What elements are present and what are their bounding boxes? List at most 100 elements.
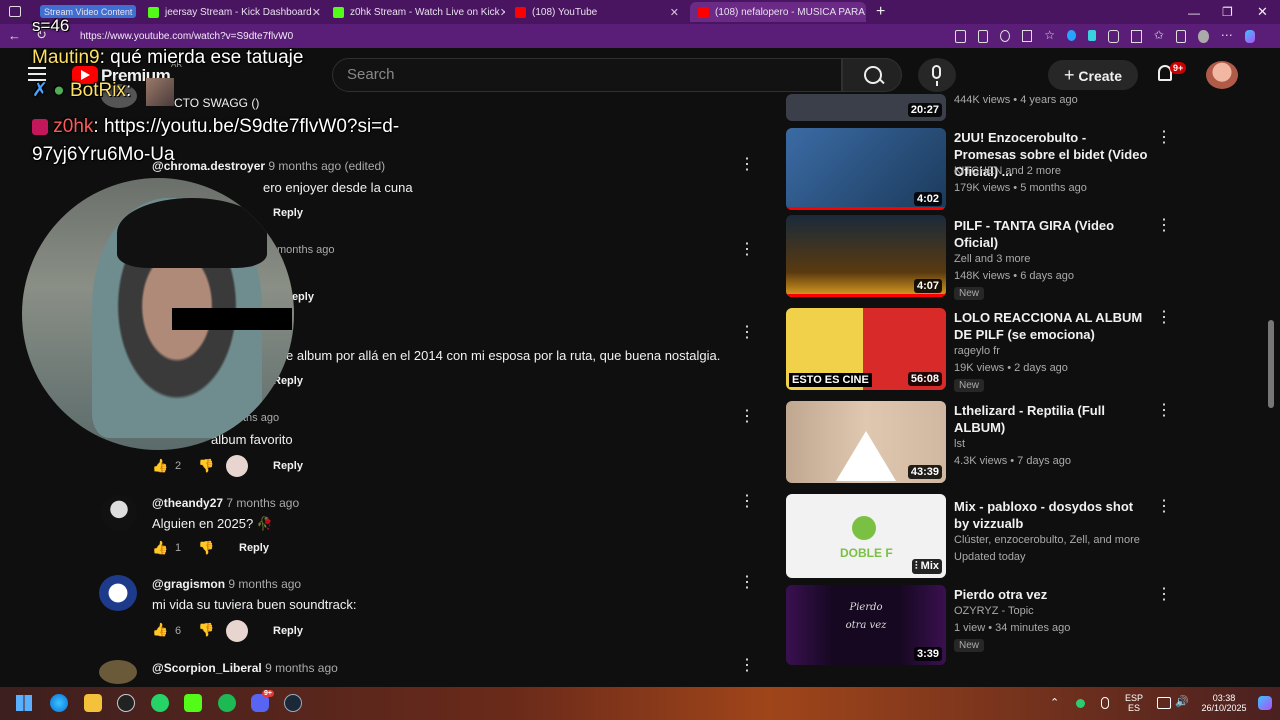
create-button[interactable]: + Create: [1048, 60, 1138, 90]
dislike-icon[interactable]: 👎: [198, 622, 214, 638]
page-scrollbar[interactable]: [1268, 320, 1274, 408]
video-thumbnail[interactable]: 20:27: [786, 94, 946, 121]
search-input[interactable]: Search: [332, 58, 842, 92]
copilot-icon[interactable]: [1244, 30, 1255, 43]
obs-icon[interactable]: [117, 694, 135, 712]
reply-button[interactable]: Reply: [273, 625, 303, 637]
tab-kick-stream[interactable]: z0hk Stream - Watch Live on Kick ✕: [325, 2, 505, 22]
microphone-icon[interactable]: [1101, 697, 1109, 709]
file-explorer-icon[interactable]: [84, 694, 102, 712]
dislike-icon[interactable]: 👎: [198, 540, 214, 556]
close-icon[interactable]: ✕: [865, 6, 866, 19]
minimize-icon[interactable]: —: [1188, 6, 1200, 20]
comment-handle[interactable]: @gragismon 9 months ago: [152, 577, 301, 591]
comment-handle[interactable]: @Scorpion_Liberal 9 months ago: [152, 661, 338, 675]
like-icon[interactable]: 👍: [152, 622, 168, 638]
extension-icon[interactable]: [1087, 30, 1097, 41]
voice-search-button[interactable]: [918, 58, 956, 92]
close-icon[interactable]: ✕: [312, 6, 321, 19]
maximize-icon[interactable]: ❐: [1222, 5, 1233, 19]
close-icon[interactable]: ✕: [670, 6, 679, 19]
video-more-icon[interactable]: ⋮: [1156, 497, 1172, 517]
tab-youtube[interactable]: (108) YouTube ✕: [507, 2, 687, 22]
video-thumbnail[interactable]: Pierdo otra vez 3:39: [786, 585, 946, 665]
whatsapp-icon[interactable]: [151, 694, 169, 712]
close-icon[interactable]: ✕: [500, 6, 505, 19]
edge-icon[interactable]: [50, 694, 68, 712]
search-button[interactable]: [842, 58, 902, 92]
comment-avatar[interactable]: [99, 575, 137, 611]
video-channel[interactable]: OZYRYZ - Topic: [954, 603, 1034, 620]
browser-menu-icon[interactable]: [9, 6, 21, 17]
steam-icon[interactable]: [284, 694, 302, 712]
video-channel[interactable]: KITCHEN and 2 more: [954, 163, 1061, 180]
video-title[interactable]: Pierdo otra vez: [954, 586, 1149, 603]
dislike-icon[interactable]: 👎: [198, 458, 214, 474]
reply-button[interactable]: Reply: [273, 207, 303, 219]
extension-icon[interactable]: [1066, 30, 1076, 41]
tab-youtube-active[interactable]: (108) nefalopero - MUSICA PARA ✕: [690, 2, 866, 22]
comment-more-icon[interactable]: ⋮: [739, 573, 755, 593]
app-icon[interactable]: [955, 30, 966, 43]
comment-more-icon[interactable]: ⋮: [739, 240, 755, 260]
tray-status-icon[interactable]: [1076, 699, 1085, 708]
video-more-icon[interactable]: ⋮: [1156, 585, 1172, 605]
comment-avatar[interactable]: [101, 495, 137, 531]
video-more-icon[interactable]: ⋮: [1156, 216, 1172, 236]
video-more-icon[interactable]: ⋮: [1156, 401, 1172, 421]
reply-button[interactable]: Reply: [239, 542, 269, 554]
comment-more-icon[interactable]: ⋮: [739, 492, 755, 512]
profile-icon[interactable]: [1198, 30, 1209, 43]
video-channel[interactable]: Clúster, enzocerobulto, Zell, and more: [954, 532, 1140, 549]
video-title[interactable]: PILF - TANTA GIRA (Video Oficial): [954, 217, 1149, 251]
comment-more-icon[interactable]: ⋮: [739, 323, 755, 343]
comment-handle[interactable]: @theandy27 7 months ago: [152, 496, 299, 510]
video-thumbnail[interactable]: 4:07: [786, 215, 946, 297]
video-title[interactable]: Lthelizard - Reptilia (Full ALBUM): [954, 402, 1149, 436]
user-avatar[interactable]: [1206, 61, 1238, 89]
video-title[interactable]: LOLO REACCIONA AL ALBUM DE PILF (se emoc…: [954, 309, 1149, 343]
comment-handle[interactable]: @chroma.destroyer 9 months ago (edited): [152, 159, 385, 173]
comment-more-icon[interactable]: ⋮: [739, 155, 755, 175]
favorite-star-icon[interactable]: ☆: [1044, 29, 1055, 44]
tab-kick-dashboard[interactable]: jeersay Stream - Kick Dashboard ✕: [140, 2, 323, 22]
network-icon[interactable]: [1157, 697, 1171, 709]
video-more-icon[interactable]: ⋮: [1156, 308, 1172, 328]
zoom-icon[interactable]: [1000, 30, 1011, 42]
url-field[interactable]: https://www.youtube.com/watch?v=S9dte7fl…: [80, 28, 940, 45]
more-icon[interactable]: ⋯: [1221, 29, 1233, 44]
comment-more-icon[interactable]: ⋮: [739, 407, 755, 427]
video-thumbnail[interactable]: 43:39: [786, 401, 946, 483]
like-icon[interactable]: 👍: [152, 458, 168, 474]
clock[interactable]: 03:38 26/10/2025: [1196, 693, 1252, 713]
collections-icon[interactable]: [1175, 30, 1187, 43]
window-close-icon[interactable]: ✕: [1257, 4, 1268, 20]
language-indicator[interactable]: ESP ES: [1122, 693, 1146, 713]
video-title[interactable]: Mix - pabloxo - dosydos shot by vizzualb: [954, 498, 1149, 532]
windows-start-icon[interactable]: [16, 695, 32, 711]
like-icon[interactable]: 👍: [152, 540, 168, 556]
translate-icon[interactable]: [977, 30, 989, 43]
back-icon[interactable]: ←: [8, 28, 21, 43]
volume-icon[interactable]: 🔊: [1175, 695, 1189, 708]
video-channel[interactable]: lst: [954, 436, 965, 453]
video-more-icon[interactable]: ⋮: [1156, 128, 1172, 148]
video-thumbnail[interactable]: 4:02: [786, 128, 946, 210]
split-screen-icon[interactable]: [1131, 30, 1142, 43]
read-aloud-icon[interactable]: [1022, 30, 1033, 42]
comment-more-icon[interactable]: ⋮: [739, 656, 755, 676]
tray-chevron-icon[interactable]: ⌃: [1050, 696, 1059, 709]
video-thumbnail[interactable]: ESTO ES CINE 56:08: [786, 308, 946, 390]
mix-thumbnail[interactable]: DOBLE F ⫶ Mix: [786, 494, 946, 578]
video-channel[interactable]: Zell and 3 more: [954, 251, 1030, 268]
copilot-taskbar-icon[interactable]: [1258, 696, 1272, 710]
comment-avatar[interactable]: [99, 660, 137, 684]
extensions-puzzle-icon[interactable]: [1108, 30, 1120, 43]
favorites-icon[interactable]: ✩: [1154, 29, 1164, 44]
kick-icon[interactable]: [184, 694, 202, 712]
new-tab-button[interactable]: +: [876, 3, 885, 21]
video-channel[interactable]: rageylo fr: [954, 343, 1000, 360]
spotify-icon[interactable]: [218, 694, 236, 712]
xbox-logo-icon: [852, 516, 876, 540]
reply-button[interactable]: Reply: [273, 460, 303, 472]
